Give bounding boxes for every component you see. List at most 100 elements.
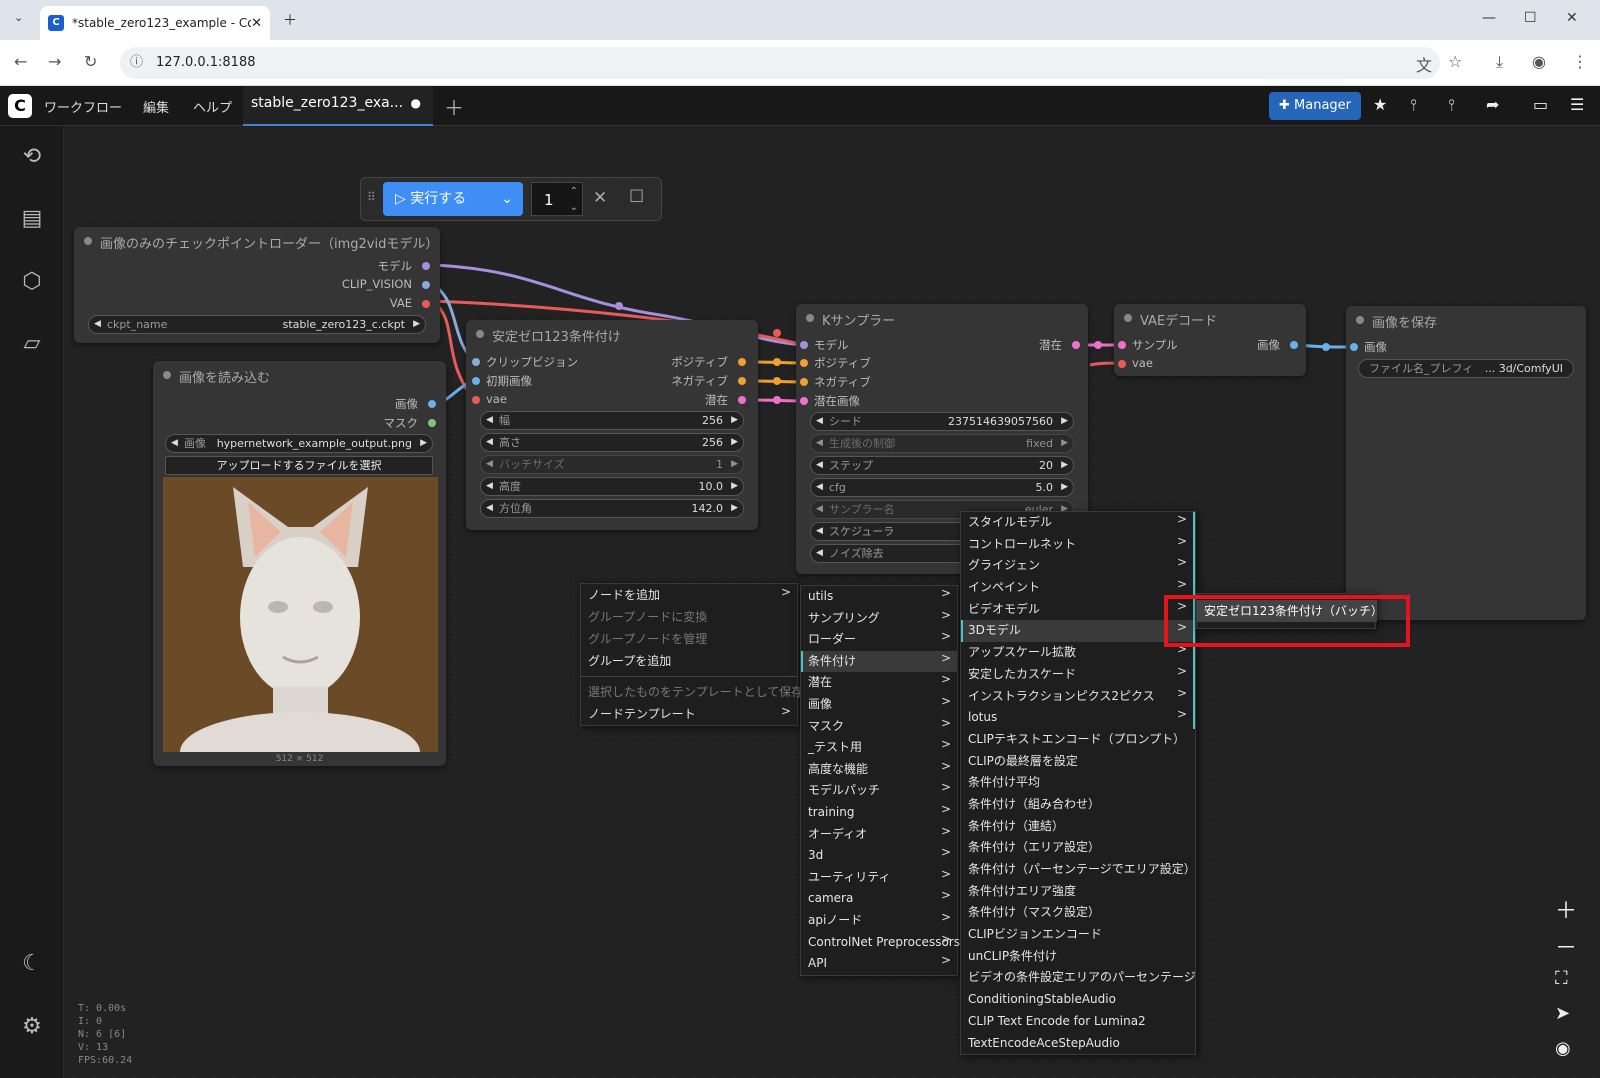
menu-item-category[interactable]: ユーティリティ bbox=[801, 864, 957, 889]
menu-item-category[interactable]: 高度な機能 bbox=[801, 756, 957, 781]
node-stable-zero123[interactable]: 安定ゼロ123条件付け クリップビジョン 初期画像 vae ポジティブ ネガティ… bbox=[466, 320, 758, 530]
menu-item-category[interactable]: camera bbox=[801, 885, 957, 910]
context-menu-categories: utils サンプリングローダー条件付け潜在画像マスク _テスト用高度な機能モデルパ… bbox=[800, 583, 960, 976]
widget-height[interactable]: 高さ 256 bbox=[480, 433, 744, 452]
slot-dot[interactable] bbox=[800, 341, 808, 349]
menu-item-conditioning[interactable]: 条件付け（マスク設定） bbox=[961, 902, 1195, 924]
zoom-out-icon[interactable]: － bbox=[1555, 930, 1577, 962]
menu-item-add-group[interactable]: グループを追加 bbox=[581, 650, 797, 672]
menu-item-conditioning[interactable]: CLIPの最終層を設定 bbox=[961, 751, 1195, 773]
fit-view-icon[interactable]: ⛶ bbox=[1555, 968, 1568, 989]
menu-item-conditioning[interactable]: 条件付け（エリア設定） bbox=[961, 837, 1195, 859]
stepper-down-icon[interactable]: ⌄ bbox=[570, 191, 578, 225]
menu-item-conditioning[interactable]: 安定したカスケード bbox=[961, 661, 1195, 686]
menu-item-conditioning[interactable]: 条件付け（パーセンテージでエリア設定） bbox=[961, 859, 1196, 881]
menu-item-conditioning[interactable]: unCLIP条件付け bbox=[961, 946, 1195, 968]
toggle-visibility-eye-icon[interactable]: ◉ bbox=[1555, 1038, 1571, 1059]
menu-item-conditioning[interactable]: CLIP Text Encode for Lumina2 bbox=[961, 1011, 1195, 1033]
cancel-icon[interactable]: ✕ bbox=[593, 188, 607, 208]
menu-item-conditioning[interactable]: 条件付けエリア強度 bbox=[961, 881, 1195, 903]
stop-icon[interactable]: ☐ bbox=[629, 187, 644, 207]
menu-item-conditioning[interactable]: TextEncodeAceStepAudio bbox=[961, 1033, 1195, 1055]
node-load-image[interactable]: 画像を読み込む 画像 マスク 画像 hypernetwork_example_o… bbox=[153, 361, 446, 766]
menu-item-conditioning[interactable]: ビデオの条件設定エリアのパーセンテージ bbox=[961, 967, 1196, 989]
slot-dot[interactable] bbox=[472, 377, 480, 385]
menu-item-category[interactable]: _テスト用 bbox=[801, 734, 957, 759]
menu-item-category[interactable]: マスク bbox=[801, 713, 957, 738]
slot-dot[interactable] bbox=[422, 281, 430, 289]
menu-item-category[interactable]: オーディオ bbox=[801, 821, 957, 846]
slot-dot[interactable] bbox=[422, 262, 430, 270]
menu-item-category[interactable]: training bbox=[801, 799, 957, 824]
node-checkpoint-loader[interactable]: 画像のみのチェックポイントローダー（img2vidモデル） モデル CLIP_V… bbox=[74, 227, 440, 343]
widget-steps[interactable]: ステップ 20 bbox=[810, 456, 1074, 475]
menu-item-category[interactable]: apiノード bbox=[801, 907, 957, 932]
menu-item-conditioning[interactable]: コントロールネット bbox=[961, 531, 1195, 556]
menu-item-conditioning[interactable]: 条件付け（連結） bbox=[961, 816, 1195, 838]
menu-item-category[interactable]: API bbox=[801, 950, 957, 975]
menu-item-conditioning[interactable]: 3Dモデル bbox=[961, 617, 1195, 643]
widget-ckpt-name[interactable]: ckpt_name stable_zero123_c.ckpt bbox=[88, 315, 426, 334]
menu-item-conditioning[interactable]: CLIPビジョンエンコード bbox=[961, 924, 1195, 946]
slot-dot[interactable] bbox=[472, 358, 480, 366]
menu-item-category[interactable]: 画像 bbox=[801, 691, 957, 716]
menu-item-conditioning[interactable]: インペイント bbox=[961, 574, 1195, 599]
menu-item-category[interactable]: サンプリング bbox=[801, 605, 957, 630]
slot-dot[interactable] bbox=[1290, 341, 1298, 349]
widget-cfg[interactable]: cfg 5.0 bbox=[810, 478, 1074, 497]
slot-dot[interactable] bbox=[1118, 360, 1126, 368]
widget-filename-prefix[interactable]: ファイル名_プレフィ ... 3d/ComfyUI bbox=[1358, 359, 1574, 378]
widget-control-after-generate[interactable]: 生成後の制御 fixed bbox=[810, 434, 1074, 453]
widget-batch-size[interactable]: バッチサイズ 1 bbox=[480, 455, 744, 474]
menu-item-convert-group-node[interactable]: グループノードに変換 bbox=[581, 606, 797, 628]
zoom-in-icon[interactable]: ＋ bbox=[1555, 893, 1577, 925]
slot-dot[interactable] bbox=[472, 396, 480, 404]
menu-item-node-templates[interactable]: ノードテンプレート bbox=[581, 700, 797, 725]
menu-item-save-template[interactable]: 選択したものをテンプレートとして保存 bbox=[581, 681, 803, 703]
menu-item-add-node[interactable]: ノードを追加 bbox=[581, 581, 797, 606]
menu-item-conditioning[interactable]: アップスケール拡散 bbox=[961, 639, 1195, 664]
upload-button[interactable]: アップロードするファイルを選択 bbox=[165, 456, 433, 475]
menu-item-category[interactable]: utils bbox=[801, 583, 957, 608]
slot-dot[interactable] bbox=[422, 300, 430, 308]
slot-dot[interactable] bbox=[1072, 341, 1080, 349]
slot-dot[interactable] bbox=[800, 378, 808, 386]
node-save-image[interactable]: 画像を保存 画像 ファイル名_プレフィ ... 3d/ComfyUI bbox=[1346, 306, 1586, 620]
menu-item-conditioning[interactable]: ビデオモデル bbox=[961, 596, 1195, 621]
menu-item-category[interactable]: モデルパッチ bbox=[801, 777, 957, 802]
widget-elevation[interactable]: 高度 10.0 bbox=[480, 477, 744, 496]
batch-count-input[interactable]: 1 ⌃ ⌄ bbox=[531, 182, 583, 216]
widget-azimuth[interactable]: 方位角 142.0 bbox=[480, 499, 744, 518]
select-mode-icon[interactable]: ➤ bbox=[1555, 1003, 1570, 1024]
slot-dot[interactable] bbox=[738, 377, 746, 385]
run-button[interactable]: ▷ 実行する ⌄ bbox=[383, 182, 523, 216]
slot-dot[interactable] bbox=[428, 419, 436, 427]
slot-dot[interactable] bbox=[1118, 341, 1126, 349]
menu-item-conditioning[interactable]: CLIPテキストエンコード（プロンプト） bbox=[961, 729, 1195, 751]
menu-item-conditioning[interactable]: 条件付け平均 bbox=[961, 772, 1195, 794]
menu-item-category[interactable]: ControlNet Preprocessors bbox=[801, 929, 960, 954]
menu-item-category[interactable]: 条件付け bbox=[801, 648, 957, 673]
menu-item-conditioning[interactable]: スタイルモデル bbox=[961, 509, 1195, 534]
menu-item-conditioning[interactable]: lotus bbox=[961, 704, 1195, 729]
slot-dot[interactable] bbox=[428, 400, 436, 408]
drag-handle-icon[interactable]: ⠿ bbox=[367, 190, 376, 204]
slot-dot[interactable] bbox=[738, 396, 746, 404]
widget-width[interactable]: 幅 256 bbox=[480, 411, 744, 430]
node-vae-decode[interactable]: VAEデコード サンプル vae 画像 bbox=[1114, 304, 1306, 376]
menu-item-conditioning[interactable]: インストラクションピクス2ピクス bbox=[961, 683, 1195, 708]
menu-item-manage-group-nodes[interactable]: グループノードを管理 bbox=[581, 628, 797, 650]
menu-item-category[interactable]: 3d bbox=[801, 842, 957, 867]
slot-dot[interactable] bbox=[738, 358, 746, 366]
menu-item-conditioning[interactable]: ConditioningStableAudio bbox=[961, 989, 1195, 1011]
widget-seed[interactable]: シード 237514639057560 bbox=[810, 412, 1074, 431]
menu-item-conditioning[interactable]: 条件付け（組み合わせ） bbox=[961, 794, 1195, 816]
slot-dot[interactable] bbox=[1350, 343, 1358, 351]
chevron-down-icon[interactable]: ⌄ bbox=[501, 182, 513, 216]
menu-item-category[interactable]: 潜在 bbox=[801, 669, 957, 694]
slot-dot[interactable] bbox=[800, 359, 808, 367]
widget-image[interactable]: 画像 hypernetwork_example_output.png bbox=[165, 434, 433, 453]
menu-item-conditioning[interactable]: グライジェン bbox=[961, 552, 1195, 578]
menu-item-category[interactable]: ローダー bbox=[801, 626, 957, 651]
slot-dot[interactable] bbox=[800, 397, 808, 405]
